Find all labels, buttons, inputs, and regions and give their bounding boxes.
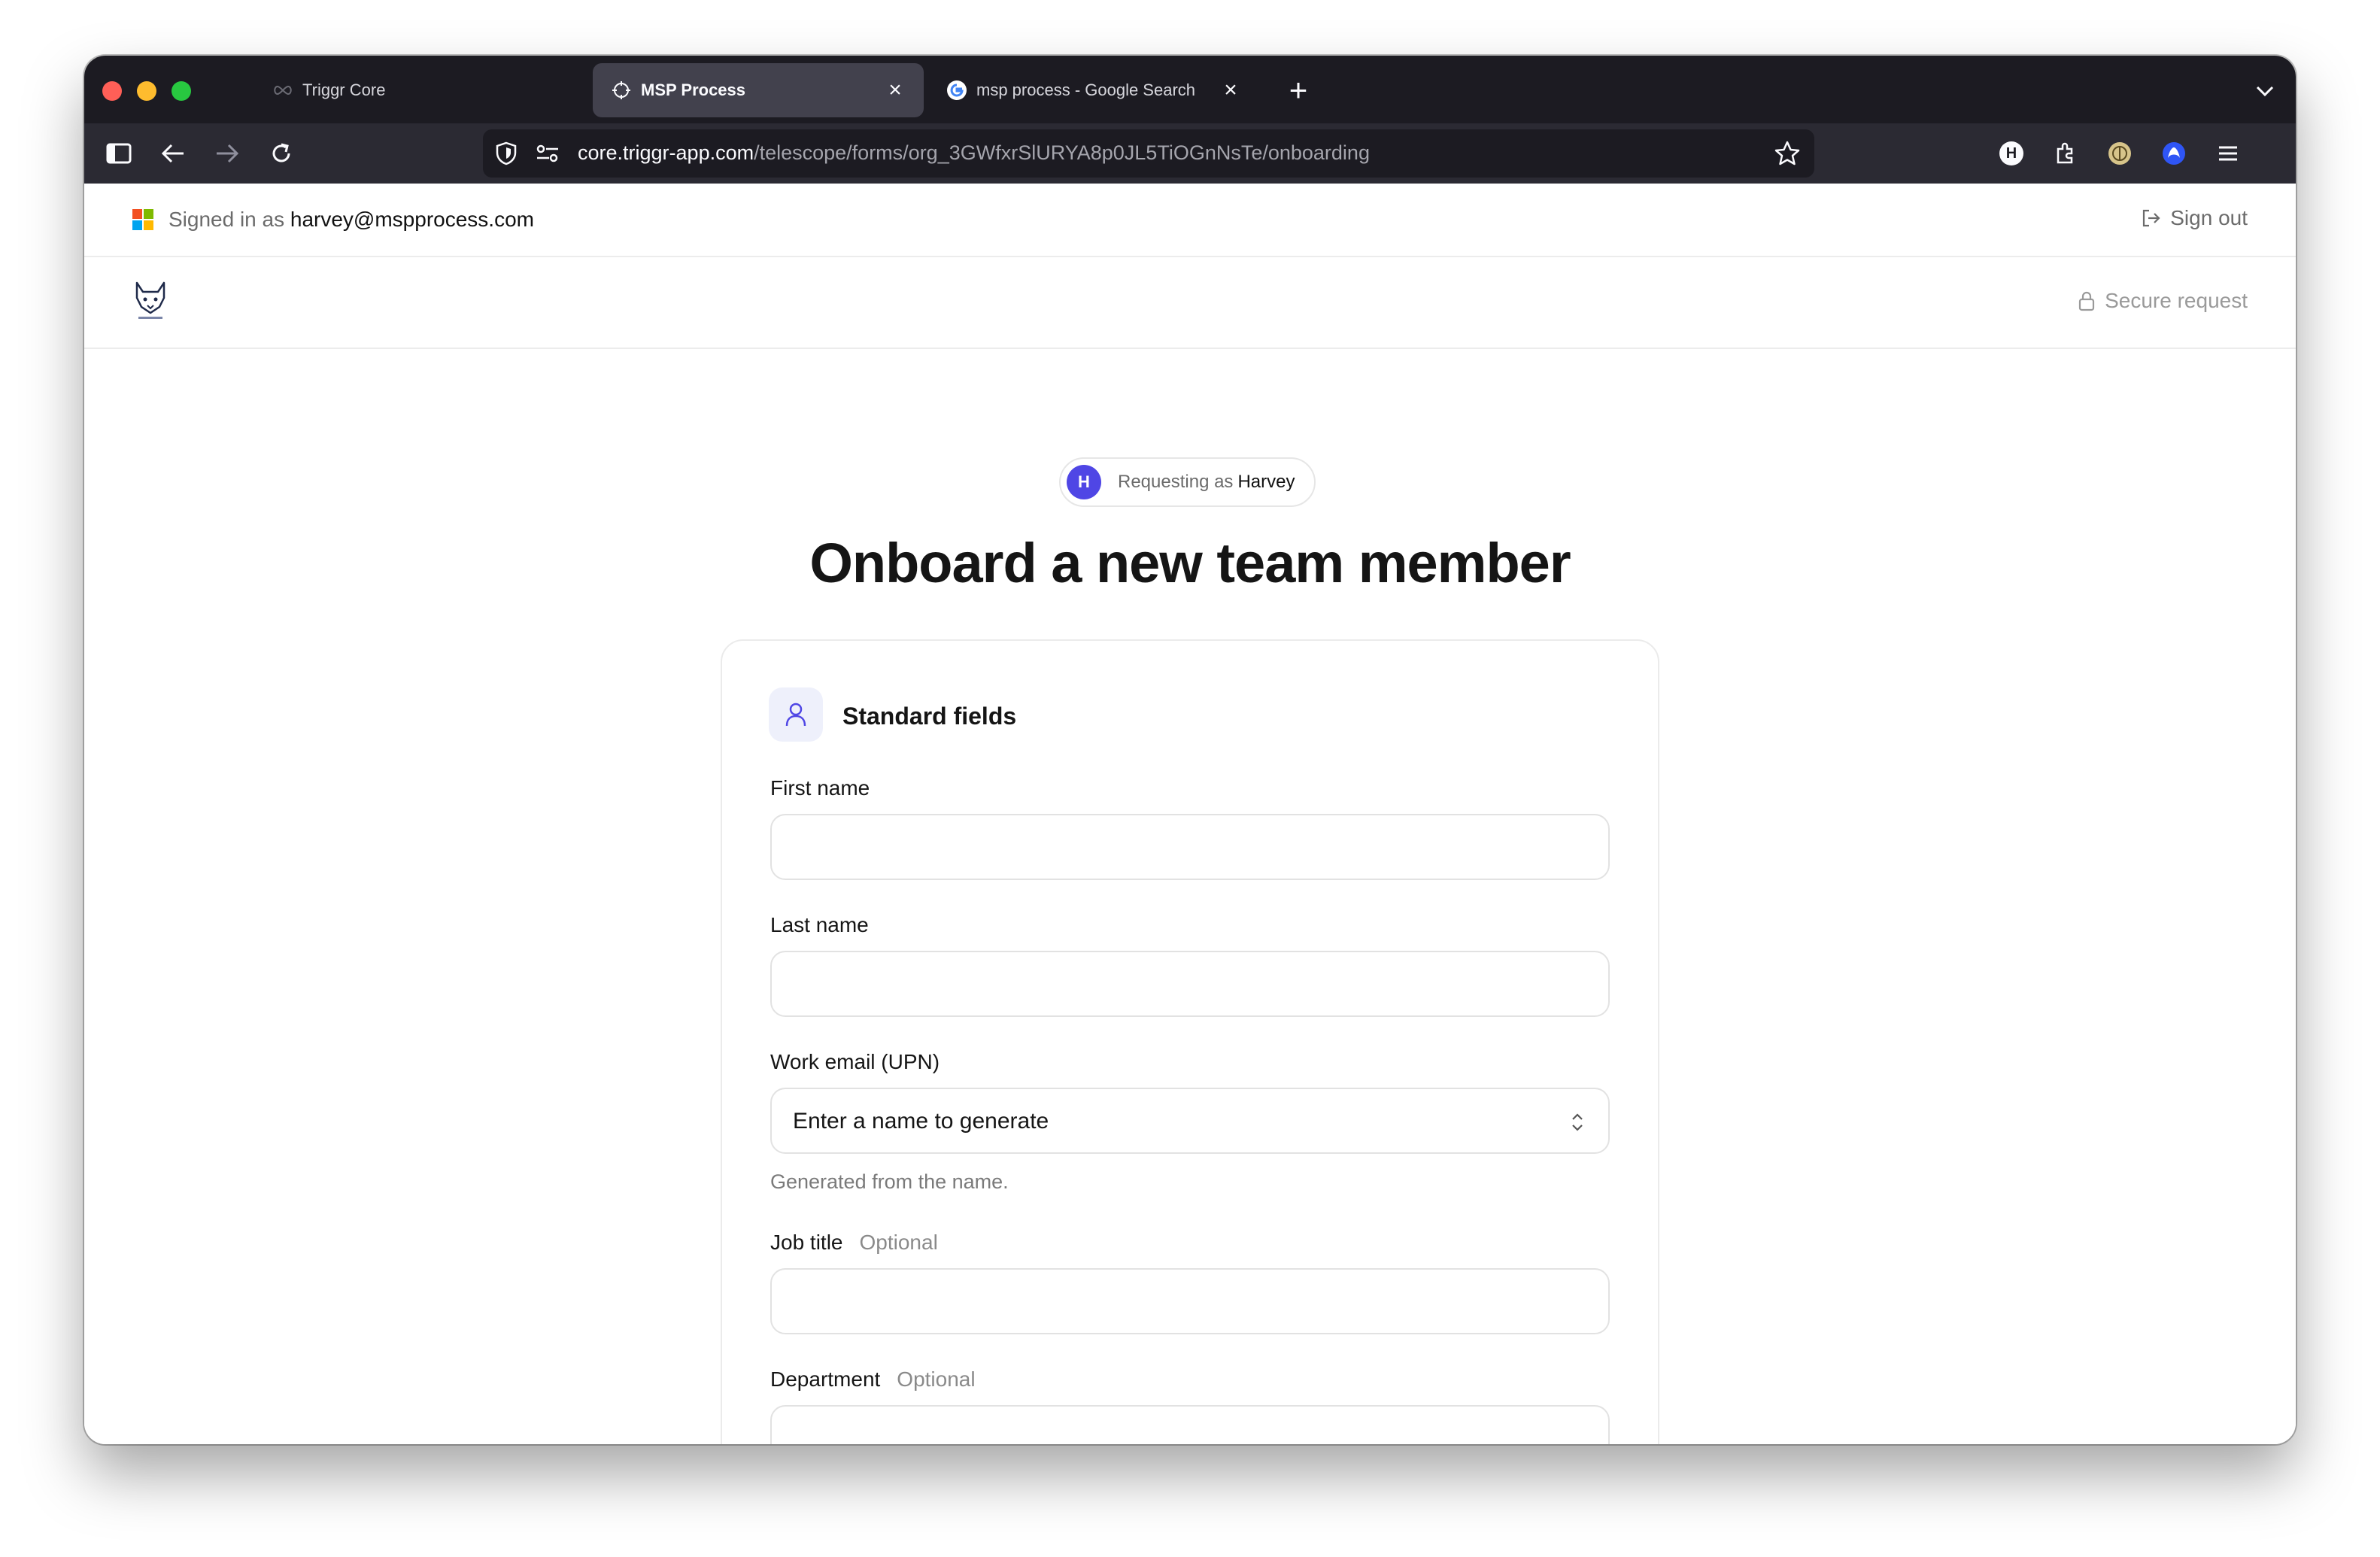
avatar: H — [1067, 465, 1101, 499]
google-icon — [946, 80, 967, 101]
tab-label: msp process - Google Search — [976, 80, 1196, 99]
minimize-window-button[interactable] — [137, 81, 156, 101]
back-arrow-icon[interactable] — [156, 137, 190, 170]
close-window-button[interactable] — [102, 81, 122, 101]
zoom-window-button[interactable] — [172, 81, 191, 101]
optional-tag: Optional — [897, 1367, 976, 1391]
job-title-input[interactable] — [770, 1268, 1610, 1334]
work-email-label: Work email (UPN) — [770, 1050, 940, 1074]
account-icon[interactable] — [2157, 137, 2190, 170]
sign-out-label: Sign out — [2170, 206, 2248, 229]
url-text[interactable]: core.triggr-app.com/telescope/forms/org_… — [578, 141, 1370, 165]
bookmark-star-icon[interactable] — [1774, 140, 1801, 171]
url-path: /telescope/forms/org_3GWfxrSlURYA8p0JL5T… — [754, 141, 1370, 164]
chevron-down-icon[interactable] — [2252, 78, 2278, 104]
menu-hamburger-icon[interactable] — [2212, 137, 2245, 170]
user-icon — [769, 687, 823, 742]
site-settings-icon[interactable] — [536, 143, 560, 168]
secure-request-indicator: Secure request — [2078, 289, 2248, 313]
secure-request-label: Secure request — [2105, 289, 2248, 312]
label-text: Job title — [770, 1231, 843, 1254]
reload-icon[interactable] — [265, 137, 298, 170]
nav-bar: core.triggr-app.com/telescope/forms/org_… — [84, 123, 2296, 184]
label-text: Last name — [770, 913, 869, 936]
extensions-puzzle-icon[interactable] — [2049, 137, 2082, 170]
brand-header: Secure request — [84, 257, 2296, 349]
chevron-up-down-icon — [1569, 1110, 1586, 1138]
label-text: Department — [770, 1367, 881, 1391]
infinity-icon — [272, 80, 293, 101]
section-title: Standard fields — [842, 703, 1017, 730]
optional-tag: Optional — [859, 1231, 938, 1254]
job-title-label: Job title Optional — [770, 1231, 938, 1255]
extension-globe-icon[interactable] — [2103, 137, 2136, 170]
last-name-label: Last name — [770, 913, 869, 937]
tab-bar: Triggr Core × MSP Process × msp process … — [84, 56, 2296, 123]
first-name-label: First name — [770, 776, 870, 800]
address-bar[interactable]: core.triggr-app.com/telescope/forms/org_… — [483, 129, 1814, 178]
requester-name: Harvey — [1237, 472, 1295, 492]
url-host: core.triggr-app.com — [578, 141, 754, 164]
last-name-input[interactable] — [770, 951, 1610, 1017]
tab-msp-process[interactable]: MSP Process × — [593, 63, 924, 117]
sign-out-icon — [2143, 209, 2160, 227]
browser-window: Triggr Core × MSP Process × msp process … — [84, 56, 2296, 1444]
lock-icon — [2079, 291, 2095, 311]
page-content: Signed in as harvey@mspprocess.com Sign … — [84, 184, 2296, 1444]
close-icon[interactable]: × — [885, 77, 906, 102]
crosshair-icon — [611, 80, 632, 101]
signed-in-text: Signed in as harvey@mspprocess.com — [168, 208, 534, 232]
forward-arrow-icon[interactable] — [211, 137, 244, 170]
page-title: Onboard a new team member — [809, 532, 1571, 594]
onboarding-form-card: Standard fields First name Last name Wor… — [721, 639, 1659, 1444]
work-email-select-value: Enter a name to generate — [793, 1109, 1049, 1134]
work-email-hint: Generated from the name. — [770, 1170, 1009, 1193]
tab-google-search[interactable]: msp process - Google Search × — [928, 63, 1259, 117]
signed-in-prefix: Signed in as — [168, 208, 285, 231]
tab-label: Triggr Core — [302, 80, 386, 99]
requesting-as-pill: H Requesting as Harvey — [1059, 457, 1316, 507]
first-name-input[interactable] — [770, 814, 1610, 880]
extension-h-icon[interactable]: H — [1995, 137, 2028, 170]
signed-in-email: harvey@mspprocess.com — [290, 208, 534, 231]
label-text: Work email (UPN) — [770, 1050, 940, 1073]
wolf-logo-icon — [132, 280, 168, 322]
work-email-select[interactable]: Enter a name to generate — [770, 1088, 1610, 1154]
tab-label: MSP Process — [641, 80, 746, 99]
department-input[interactable] — [770, 1405, 1610, 1444]
microsoft-logo-icon — [132, 209, 153, 230]
new-tab-button[interactable]: + — [1283, 74, 1313, 106]
sidebar-toggle-icon[interactable] — [102, 137, 135, 170]
shield-icon[interactable] — [495, 141, 518, 169]
signin-bar: Signed in as harvey@mspprocess.com Sign … — [84, 184, 2296, 257]
sign-out-button[interactable]: Sign out — [2140, 206, 2248, 230]
requesting-prefix: Requesting as — [1118, 472, 1234, 492]
department-label: Department Optional — [770, 1367, 976, 1392]
label-text: First name — [770, 776, 870, 800]
close-icon[interactable]: × — [1220, 77, 1241, 102]
